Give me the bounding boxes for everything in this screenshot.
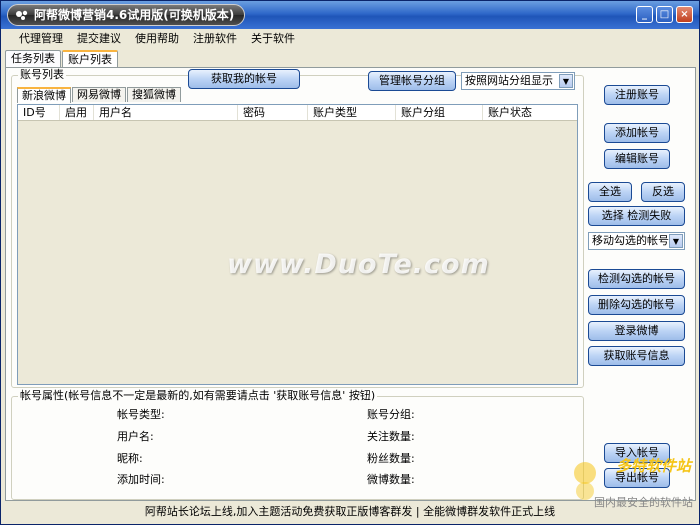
edit-account-button[interactable]: 编辑账号 (604, 149, 670, 169)
register-account-button[interactable]: 注册账号 (604, 85, 670, 105)
account-table[interactable]: ID号 启用 用户名 密码 账户类型 账户分组 账户状态 (17, 104, 578, 385)
group-display-select[interactable]: 按照网站分组显示 ▼ (461, 72, 575, 90)
manage-groups-button[interactable]: 管理帐号分组 (368, 71, 456, 91)
account-list-group: 账号列表 新浪微博 网易微博 搜狐微博 ID号 启用 用户名 密码 账户类型 账… (11, 68, 584, 388)
select-all-button[interactable]: 全选 (588, 182, 632, 202)
menu-about[interactable]: 关于软件 (244, 29, 302, 48)
delete-selected-button[interactable]: 删除勾选的帐号 (588, 295, 685, 315)
account-list-label: 账号列表 (18, 68, 66, 82)
prop-following-count: 关注数量: (367, 430, 415, 443)
check-selected-button[interactable]: 检测勾选的帐号 (588, 269, 685, 289)
column-username[interactable]: 用户名 (94, 105, 238, 120)
login-weibo-button[interactable]: 登录微博 (588, 321, 685, 341)
prop-account-type: 帐号类型: (117, 408, 165, 421)
prop-account-group: 账号分组: (367, 408, 415, 421)
account-panel: 账号列表 新浪微博 网易微博 搜狐微博 ID号 启用 用户名 密码 账户类型 账… (5, 67, 696, 501)
column-account-group[interactable]: 账户分组 (396, 105, 483, 120)
dropdown-arrow-icon[interactable]: ▼ (669, 234, 683, 248)
prop-weibo-count: 微博数量: (367, 473, 415, 486)
column-account-status[interactable]: 账户状态 (483, 105, 577, 120)
move-selected-value: 移动勾选的帐号 (592, 234, 669, 247)
maximize-button[interactable]: □ (656, 6, 673, 23)
tab-sohu-weibo[interactable]: 搜狐微博 (127, 87, 181, 102)
fetch-account-info-button[interactable]: 获取账号信息 (588, 346, 685, 366)
window-title: 阿帮微博营销4.6试用版(可换机版本) (34, 8, 235, 22)
tab-account-list[interactable]: 账户列表 (62, 50, 118, 68)
add-account-button[interactable]: 添加帐号 (604, 123, 670, 143)
group-display-value: 按照网站分组显示 (465, 74, 553, 87)
watermark-duote-slogan: 国内最安全的软件站 (594, 496, 693, 509)
watermark-duote-site: 多特软件站 (615, 457, 691, 475)
invert-selection-button[interactable]: 反选 (641, 182, 685, 202)
menu-register[interactable]: 注册软件 (186, 29, 244, 48)
app-logo-icon (16, 10, 28, 20)
minimize-button[interactable]: _ (636, 6, 653, 23)
title-bar[interactable]: 阿帮微博营销4.6试用版(可换机版本) _ □ × (1, 1, 699, 29)
main-tabs: 任务列表 账户列表 (5, 50, 119, 68)
prop-added-time: 添加时间: (117, 473, 165, 486)
menu-proxy[interactable]: 代理管理 (12, 29, 70, 48)
platform-tabs: 新浪微博 网易微博 搜狐微博 (17, 87, 182, 103)
close-button[interactable]: × (676, 6, 693, 23)
menu-feedback[interactable]: 提交建议 (70, 29, 128, 48)
window-controls: _ □ × (636, 6, 693, 23)
account-properties-group: 帐号属性(帐号信息不一定是最新的,如有需要请点击 '获取账号信息' 按钮) 帐号… (11, 389, 584, 500)
title-pill: 阿帮微博营销4.6试用版(可换机版本) (7, 4, 246, 26)
column-enabled[interactable]: 启用 (60, 105, 94, 120)
prop-nickname: 昵称: (117, 452, 143, 465)
column-id[interactable]: ID号 (18, 105, 60, 120)
app-window: 阿帮微博营销4.6试用版(可换机版本) _ □ × 代理管理 提交建议 使用帮助… (0, 0, 700, 525)
tab-task-list[interactable]: 任务列表 (5, 50, 61, 67)
prop-follower-count: 粉丝数量: (367, 452, 415, 465)
column-password[interactable]: 密码 (238, 105, 308, 120)
menu-bar: 代理管理 提交建议 使用帮助 注册软件 关于软件 (1, 29, 699, 48)
table-header: ID号 启用 用户名 密码 账户类型 账户分组 账户状态 (18, 105, 577, 121)
watermark-duote: www.DuoTe.com (227, 249, 490, 280)
move-selected-select[interactable]: 移动勾选的帐号 ▼ (588, 232, 685, 250)
prop-username: 用户名: (117, 430, 154, 443)
tab-netease-weibo[interactable]: 网易微博 (72, 87, 126, 102)
column-account-type[interactable]: 账户类型 (308, 105, 396, 120)
properties-label: 帐号属性(帐号信息不一定是最新的,如有需要请点击 '获取账号信息' 按钮) (18, 389, 378, 403)
tab-sina-weibo[interactable]: 新浪微博 (17, 87, 71, 103)
fetch-my-accounts-button[interactable]: 获取我的帐号 (188, 69, 300, 89)
menu-help[interactable]: 使用帮助 (128, 29, 186, 48)
select-failed-button[interactable]: 选择 检测失败 (588, 206, 685, 226)
dropdown-arrow-icon[interactable]: ▼ (559, 74, 573, 88)
